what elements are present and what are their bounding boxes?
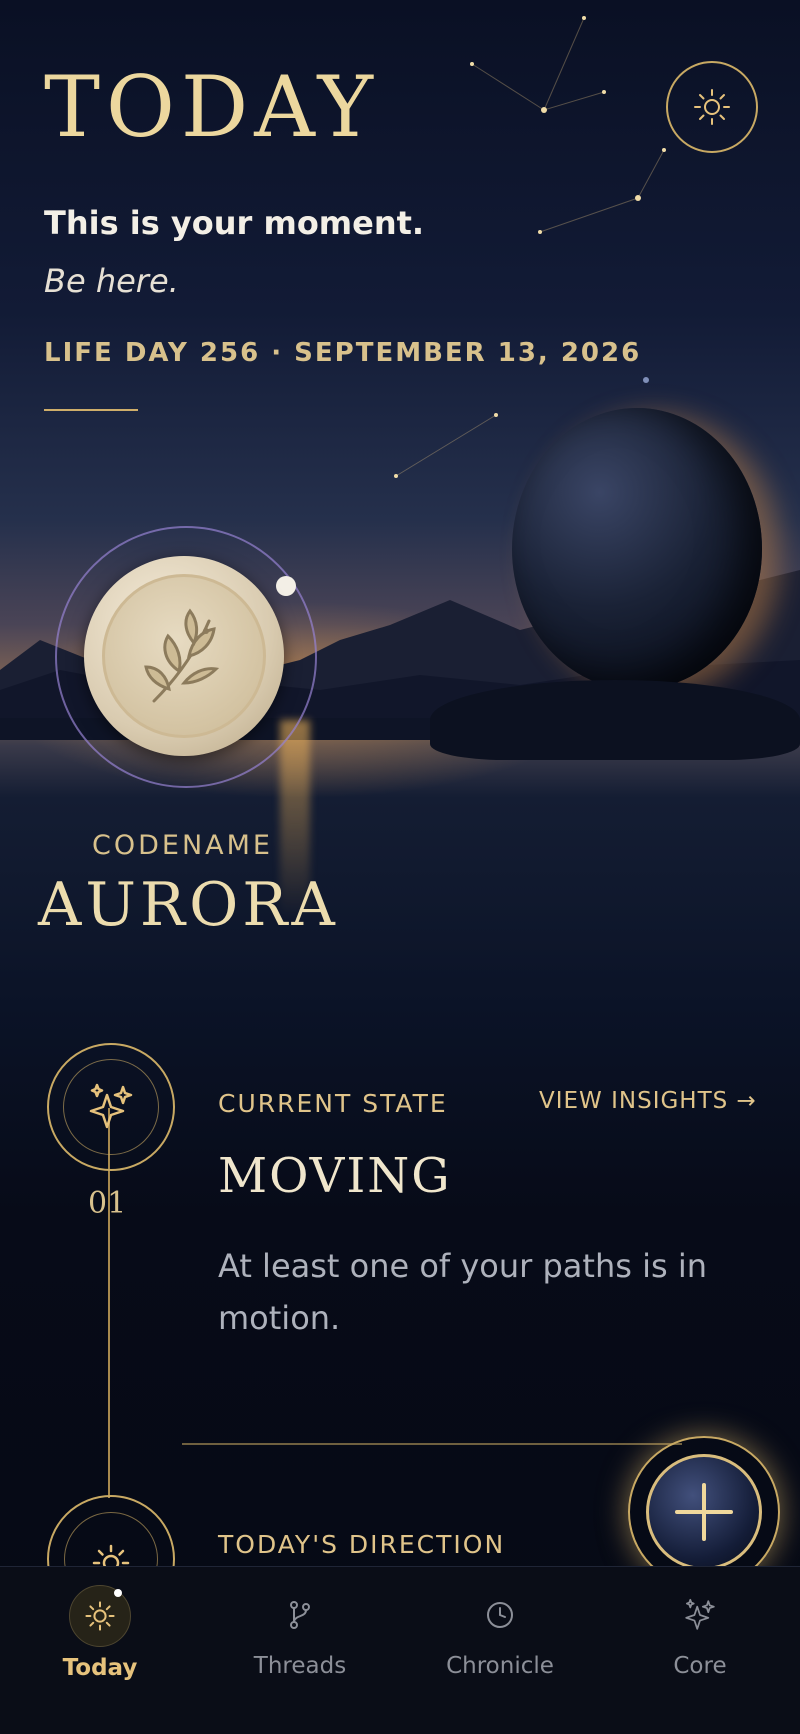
nav-label-today: Today — [62, 1655, 138, 1681]
header-divider — [44, 409, 138, 411]
tagline: This is your moment. — [44, 204, 425, 242]
sparkles-icon — [685, 1598, 715, 1630]
active-indicator-dot — [114, 1589, 122, 1597]
orbit-dot — [276, 576, 296, 596]
step-number: 01 — [88, 1186, 127, 1221]
nav-icon-wrap — [470, 1585, 530, 1645]
nav-item-chronicle[interactable]: Chronicle — [400, 1567, 600, 1734]
nav-label-core: Core — [673, 1653, 727, 1679]
seal-face — [102, 574, 266, 738]
nav-item-core[interactable]: Core — [600, 1567, 800, 1734]
rock-island — [430, 680, 800, 760]
bottom-navigation: Today Threads Chronicle Core — [0, 1566, 800, 1734]
current-state-description: At least one of your paths is in motion. — [218, 1247, 707, 1337]
current-state-badge-inner — [63, 1059, 159, 1155]
nav-item-threads[interactable]: Threads — [200, 1567, 400, 1734]
todays-direction-label: TODAY'S DIRECTION — [218, 1530, 506, 1559]
today-screen: TODAY This is your moment. Be here. LIFE… — [0, 0, 800, 1734]
nav-label-chronicle: Chronicle — [446, 1653, 554, 1679]
life-day-date: LIFE DAY 256 · SEPTEMBER 13, 2026 — [44, 338, 642, 368]
current-state-value: MOVING — [218, 1148, 452, 1204]
settings-button[interactable] — [666, 61, 758, 153]
nav-icon-wrap — [670, 1585, 730, 1645]
sun-icon — [694, 89, 730, 125]
page-title: TODAY — [44, 58, 379, 156]
nav-icon-wrap — [270, 1585, 330, 1645]
codename-value: AURORA — [38, 870, 339, 940]
sun-icon — [85, 1601, 115, 1631]
sparkles-icon — [89, 1083, 133, 1129]
current-state-label: CURRENT STATE — [218, 1089, 448, 1118]
fab-orb — [646, 1454, 762, 1570]
tagline-emphasis: Be here. — [44, 262, 179, 300]
wax-seal[interactable] — [84, 556, 284, 756]
nav-item-today[interactable]: Today — [0, 1567, 200, 1734]
sphere-sculpture — [512, 408, 762, 690]
nav-label-threads: Threads — [253, 1653, 347, 1679]
current-state-badge — [47, 1043, 175, 1171]
leaf-icon — [144, 608, 220, 703]
clock-icon — [487, 1602, 513, 1628]
view-insights-link[interactable]: VIEW INSIGHTS → — [539, 1088, 757, 1114]
branch-icon — [290, 1601, 310, 1629]
plus-icon — [675, 1483, 733, 1541]
codename-label: CODENAME — [92, 830, 273, 861]
section-divider — [182, 1443, 682, 1445]
